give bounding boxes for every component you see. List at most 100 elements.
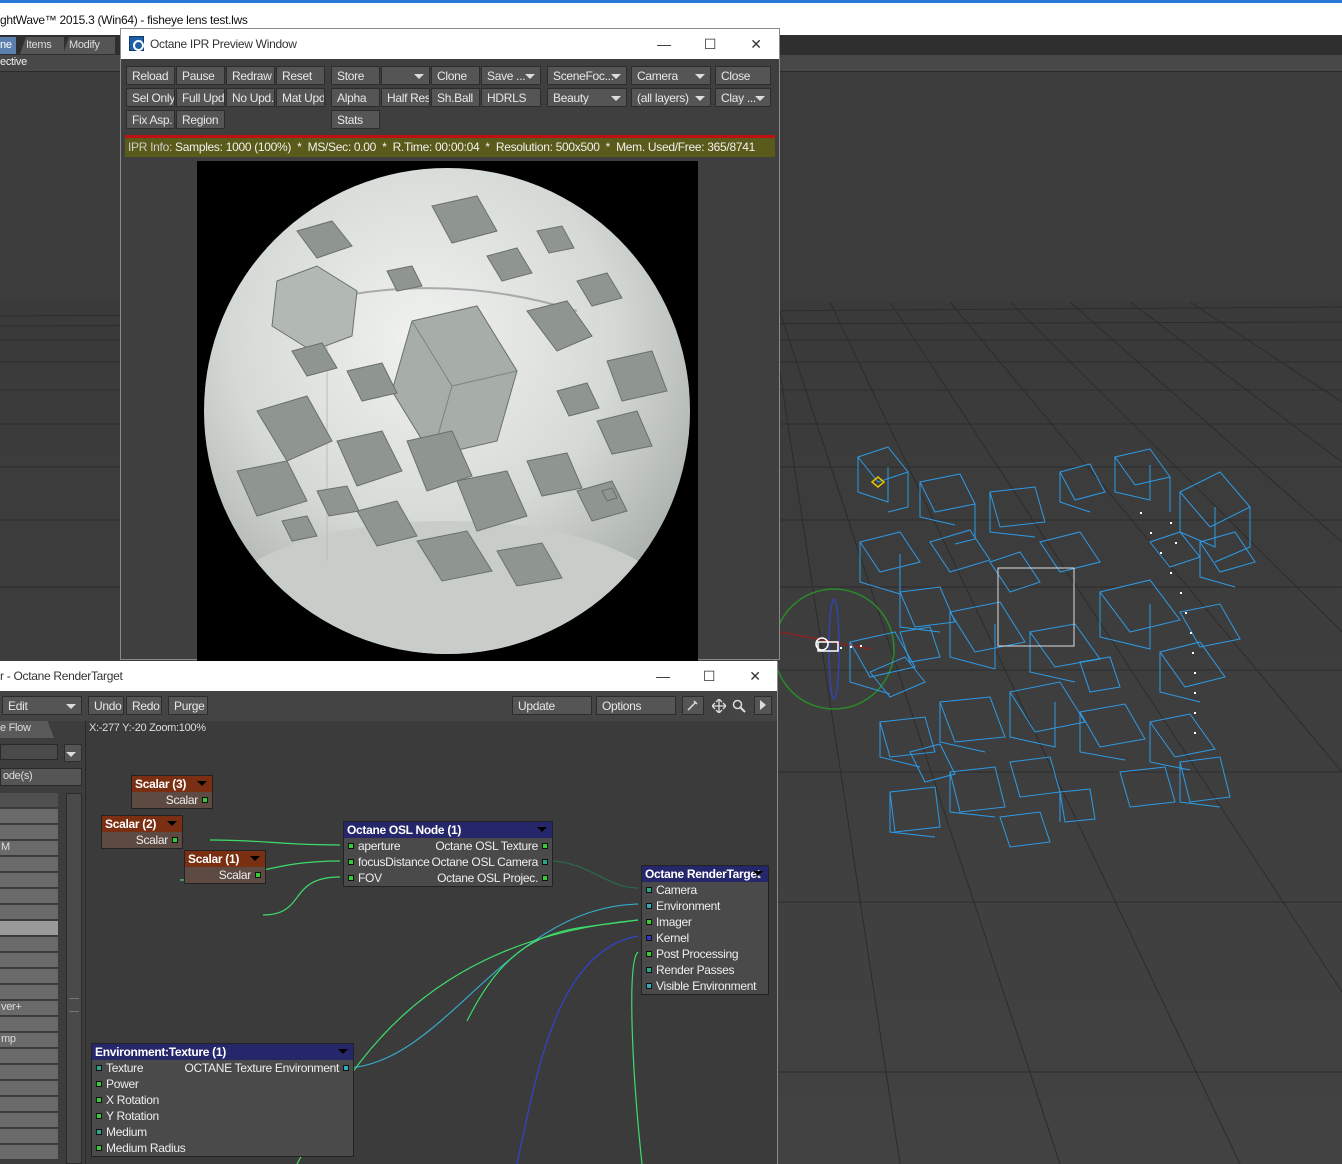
output-port[interactable] (542, 859, 548, 865)
stats-button[interactable]: Stats (331, 110, 380, 129)
environment-node-title[interactable]: Environment:Texture (1) (92, 1044, 353, 1060)
nodes-label[interactable]: ode(s) (0, 768, 82, 786)
close-window-button[interactable]: ✕ (733, 32, 779, 56)
reset-button[interactable]: Reset (276, 66, 325, 85)
full-update-button[interactable]: Full Upd. (176, 88, 225, 107)
region-button[interactable]: Region (176, 110, 225, 129)
sidebar-row[interactable] (0, 985, 58, 1000)
pause-button[interactable]: Pause (176, 66, 225, 85)
input-port[interactable] (348, 875, 354, 881)
clay-mode-dropdown[interactable]: Clay ... (715, 88, 771, 107)
input-port[interactable] (646, 967, 652, 973)
scalar-node-3[interactable]: Scalar (3) Scalar (131, 775, 213, 809)
flow-tab[interactable]: e Flow (0, 721, 54, 738)
scalar-node-3-title[interactable]: Scalar (3) (132, 776, 212, 792)
input-port[interactable] (646, 983, 652, 989)
sidebar-row[interactable] (0, 889, 58, 904)
input-port[interactable] (96, 1097, 102, 1103)
ne-close-button[interactable]: ✕ (732, 664, 778, 688)
sidebar-row[interactable] (0, 937, 58, 952)
input-port[interactable] (96, 1145, 102, 1151)
sidebar-row[interactable] (0, 1017, 58, 1032)
hdrls-button[interactable]: HDRLS (481, 88, 541, 107)
output-port[interactable] (255, 872, 261, 878)
pick-icon[interactable] (682, 696, 704, 715)
scrollbar-grip[interactable] (69, 998, 79, 1012)
sel-only-button[interactable]: Sel Only (126, 88, 175, 107)
sidebar-row-m[interactable]: M (0, 841, 58, 856)
options-button[interactable]: Options (596, 696, 676, 715)
layers-dropdown[interactable]: (all layers) (631, 88, 711, 107)
osl-node[interactable]: Octane OSL Node (1) aperture Octane OSL T… (343, 821, 553, 887)
input-port[interactable] (646, 903, 652, 909)
update-button[interactable]: Update (512, 696, 592, 715)
alpha-button[interactable]: Alpha (331, 88, 380, 107)
environment-texture-node[interactable]: Environment:Texture (1) Texture OCTANE Te… (91, 1043, 354, 1157)
edit-menu[interactable]: Edit (2, 696, 82, 715)
expand-arrow-icon[interactable] (754, 696, 772, 715)
input-port[interactable] (646, 951, 652, 957)
sidebar-row[interactable] (0, 1097, 58, 1112)
sidebar-row[interactable] (0, 1049, 58, 1064)
sidebar-row[interactable] (0, 1113, 58, 1128)
sidebar-row[interactable] (0, 825, 58, 840)
sidebar-row[interactable] (0, 1129, 58, 1144)
clone-button[interactable]: Clone (431, 66, 480, 85)
viewport-mode-label[interactable]: ective (0, 56, 27, 68)
sidebar-row[interactable] (0, 953, 58, 968)
scalar-node-2[interactable]: Scalar (2) Scalar (101, 815, 183, 849)
sidebar-row[interactable] (0, 809, 58, 824)
input-port[interactable] (348, 843, 354, 849)
redraw-button[interactable]: Redraw (226, 66, 275, 85)
half-res-button[interactable]: Half Res (381, 88, 430, 107)
reload-button[interactable]: Reload (126, 66, 175, 85)
render-pass-dropdown[interactable]: Beauty (547, 88, 627, 107)
no-update-button[interactable]: No Upd. (226, 88, 275, 107)
sidebar-row[interactable] (0, 873, 58, 888)
node-editor-titlebar[interactable]: r - Octane RenderTarget — ☐ ✕ (0, 661, 777, 691)
sidebar-row[interactable] (0, 969, 58, 984)
input-port[interactable] (96, 1113, 102, 1119)
tab-ne[interactable]: ne (0, 37, 16, 54)
input-port[interactable] (646, 919, 652, 925)
sidebar-search[interactable] (0, 744, 58, 760)
output-port[interactable] (202, 797, 208, 803)
sidebar-filter-dropdown[interactable] (64, 744, 82, 762)
sidebar-row[interactable] (0, 905, 58, 920)
mat-update-button[interactable]: Mat Upd (276, 88, 325, 107)
scalar-node-2-title[interactable]: Scalar (2) (102, 816, 182, 832)
ipr-titlebar[interactable]: Octane IPR Preview Window — ☐ ✕ (121, 29, 779, 59)
input-port[interactable] (348, 859, 354, 865)
sidebar-scrollbar[interactable] (66, 793, 82, 1164)
tab-items[interactable]: Items (20, 37, 64, 54)
input-port[interactable] (96, 1129, 102, 1135)
sidebar-row[interactable] (0, 857, 58, 872)
sidebar-row-mp[interactable]: mp (0, 1033, 58, 1048)
fix-aspect-button[interactable]: Fix Asp. (126, 110, 175, 129)
input-port[interactable] (96, 1081, 102, 1087)
sidebar-row[interactable] (0, 1065, 58, 1080)
zoom-icon[interactable] (732, 699, 746, 713)
input-port[interactable] (646, 935, 652, 941)
sidebar-row-ver[interactable]: ver+ (0, 1001, 58, 1016)
scalar-node-1-title[interactable]: Scalar (1) (185, 851, 265, 867)
pan-icon[interactable] (711, 698, 727, 714)
store-slot-dropdown[interactable] (381, 66, 430, 85)
input-port[interactable] (646, 887, 652, 893)
ne-maximize-button[interactable]: ☐ (686, 664, 732, 688)
scene-focus-dropdown[interactable]: SceneFoc... (547, 66, 627, 85)
output-port[interactable] (542, 875, 548, 881)
output-port[interactable] (542, 843, 548, 849)
save-dropdown[interactable]: Save ... (481, 66, 541, 85)
sidebar-row-selected[interactable] (0, 921, 58, 936)
osl-node-title[interactable]: Octane OSL Node (1) (344, 822, 552, 838)
sidebar-row[interactable] (0, 1145, 58, 1160)
purge-button[interactable]: Purge (168, 696, 208, 715)
render-preview[interactable] (197, 161, 698, 661)
maximize-button[interactable]: ☐ (687, 32, 733, 56)
tab-modify[interactable]: Modify (63, 37, 115, 54)
undo-button[interactable]: Undo (88, 696, 124, 715)
camera-dropdown[interactable]: Camera (631, 66, 711, 85)
minimize-button[interactable]: — (641, 32, 687, 56)
ne-minimize-button[interactable]: — (640, 664, 686, 688)
